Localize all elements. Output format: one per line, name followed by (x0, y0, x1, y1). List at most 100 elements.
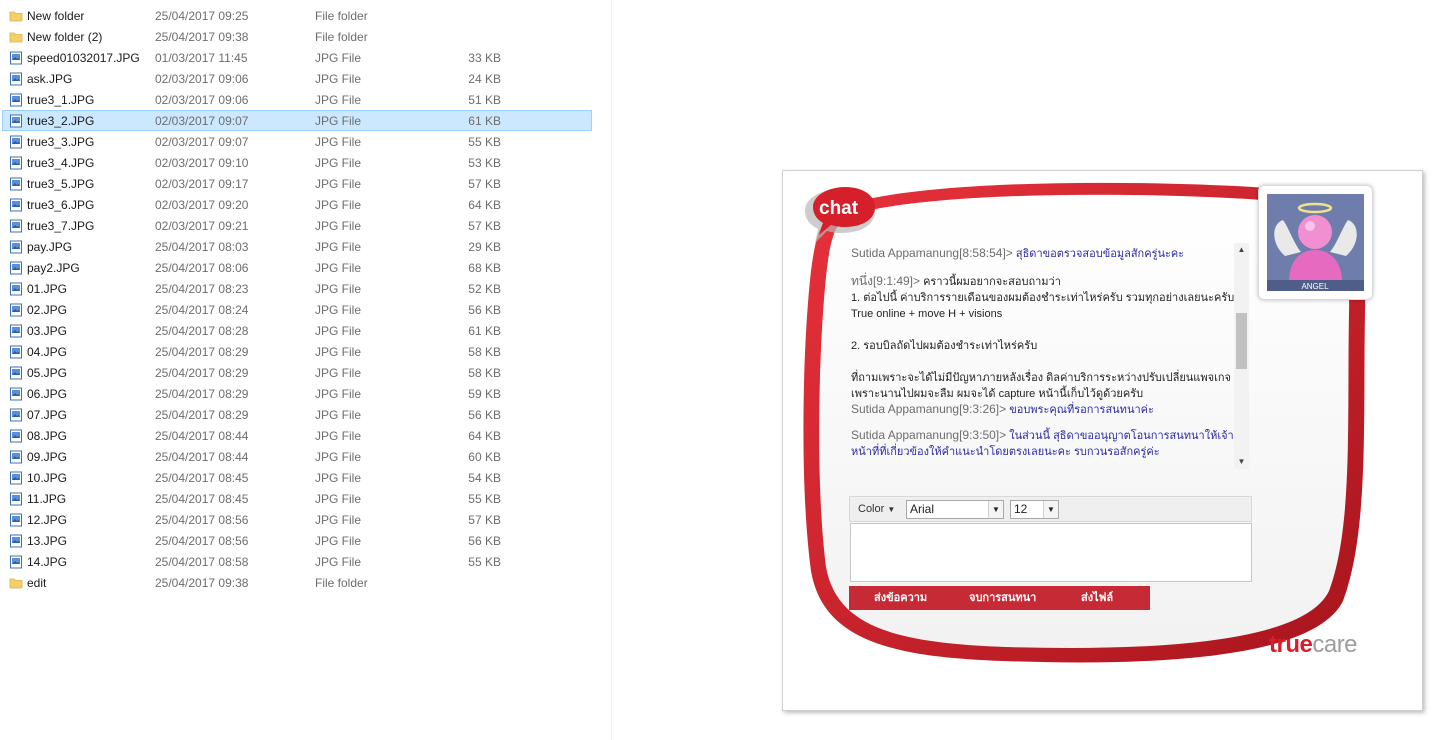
file-row[interactable]: 06.JPG 25/04/2017 08:29 JPG File 59 KB (2, 383, 592, 404)
file-row[interactable]: New folder (2) 25/04/2017 09:38 File folde… (2, 26, 592, 47)
font-size-select[interactable]: 12 ▼ (1010, 500, 1059, 519)
file-row[interactable]: true3_1.JPG 02/03/2017 09:06 JPG File 51 KB (2, 89, 592, 110)
file-date-modified: 02/03/2017 09:17 (155, 177, 249, 191)
file-row[interactable]: 04.JPG 25/04/2017 08:29 JPG File 58 KB (2, 341, 592, 362)
file-size: 64 KB (468, 198, 501, 212)
file-name: 02.JPG (27, 303, 68, 317)
file-size: 55 KB (468, 555, 501, 569)
chat-transcript[interactable]: Sutida Appamanung[8:58:54]> สุธิดาขอตรวจ… (841, 241, 1245, 469)
file-name: edit (27, 576, 47, 590)
send-file-button[interactable]: ส่งไฟล์ (1081, 590, 1113, 606)
file-type: JPG File (315, 471, 362, 485)
file-name: pay2.JPG (27, 261, 80, 275)
message-text: คราวนี้ผมอยากจะสอบถามว่า 1. ต่อไปนี้ ค่า… (851, 276, 1235, 400)
color-picker-button[interactable]: Color ▼ (858, 503, 895, 515)
file-date-modified: 02/03/2017 09:06 (155, 93, 249, 107)
file-row[interactable]: 10.JPG 25/04/2017 08:45 JPG File 54 KB (2, 467, 592, 488)
image-file-icon (9, 51, 23, 65)
file-row[interactable]: 05.JPG 25/04/2017 08:29 JPG File 58 KB (2, 362, 592, 383)
file-row[interactable]: 07.JPG 25/04/2017 08:29 JPG File 56 KB (2, 404, 592, 425)
scroll-down-arrow-icon[interactable]: ▼ (1234, 455, 1249, 469)
chevron-down-icon[interactable]: ▼ (1043, 501, 1058, 518)
angel-avatar-icon: ANGEL (1267, 194, 1364, 291)
send-message-button[interactable]: ส่งข้อความ (874, 590, 927, 606)
file-row[interactable]: 14.JPG 25/04/2017 08:58 JPG File 55 KB (2, 551, 592, 572)
file-row[interactable]: 01.JPG 25/04/2017 08:23 JPG File 52 KB (2, 278, 592, 299)
chevron-down-icon[interactable]: ▼ (988, 501, 1003, 518)
file-name: 10.JPG (27, 471, 68, 485)
scroll-up-arrow-icon[interactable]: ▲ (1234, 243, 1249, 257)
end-chat-button[interactable]: จบการสนทนา (969, 590, 1036, 606)
file-row[interactable]: true3_5.JPG 02/03/2017 09:17 JPG File 57 KB (2, 173, 592, 194)
file-type: JPG File (315, 240, 362, 254)
image-file-icon (9, 471, 23, 485)
file-row[interactable]: ask.JPG 02/03/2017 09:06 JPG File 24 KB (2, 68, 592, 89)
file-size: 55 KB (468, 492, 501, 506)
file-name: 11.JPG (27, 492, 67, 506)
file-row[interactable]: pay.JPG 25/04/2017 08:03 JPG File 29 KB (2, 236, 592, 257)
truecare-logo: truecare (1269, 631, 1358, 659)
image-file-icon (9, 408, 23, 422)
file-date-modified: 25/04/2017 08:24 (155, 303, 249, 317)
file-name: true3_7.JPG (27, 219, 95, 233)
file-type: File folder (315, 30, 368, 44)
file-row[interactable]: 08.JPG 25/04/2017 08:44 JPG File 64 KB (2, 425, 592, 446)
file-name: 12.JPG (27, 513, 68, 527)
file-name: 07.JPG (27, 408, 68, 422)
file-row[interactable]: 12.JPG 25/04/2017 08:56 JPG File 57 KB (2, 509, 592, 530)
image-file-icon (9, 534, 23, 548)
file-row[interactable]: 13.JPG 25/04/2017 08:56 JPG File 56 KB (2, 530, 592, 551)
file-row[interactable]: 02.JPG 25/04/2017 08:24 JPG File 56 KB (2, 299, 592, 320)
file-name: pay.JPG (27, 240, 73, 254)
file-row[interactable]: pay2.JPG 25/04/2017 08:06 JPG File 68 KB (2, 257, 592, 278)
file-type: JPG File (315, 429, 362, 443)
font-family-select[interactable]: Arial ▼ (906, 500, 1004, 519)
file-row[interactable]: true3_7.JPG 02/03/2017 09:21 JPG File 57 KB (2, 215, 592, 236)
file-date-modified: 25/04/2017 08:06 (155, 261, 249, 275)
image-file-icon (9, 114, 23, 128)
file-name: true3_4.JPG (27, 156, 95, 170)
file-type: JPG File (315, 72, 362, 86)
file-row[interactable]: true3_4.JPG 02/03/2017 09:10 JPG File 53 KB (2, 152, 592, 173)
image-file-icon (9, 240, 23, 254)
file-row[interactable]: true3_3.JPG 02/03/2017 09:07 JPG File 55 KB (2, 131, 592, 152)
file-name: New folder (2) (27, 30, 103, 44)
file-row[interactable]: speed01032017.JPG 01/03/2017 11:45 JPG Fil… (2, 47, 592, 68)
file-type: JPG File (315, 345, 362, 359)
format-toolbar: Color ▼ Arial ▼ 12 ▼ (849, 496, 1252, 522)
scroll-thumb[interactable] (1236, 313, 1247, 369)
file-size: 57 KB (468, 513, 501, 527)
file-type: JPG File (315, 366, 362, 380)
file-size: 68 KB (468, 261, 501, 275)
chat-scrollbar[interactable]: ▲ ▼ (1234, 243, 1249, 469)
truecare-chat-window: chat Sutida Appamanung[8:58:54]> สุธิดาข… (782, 170, 1423, 711)
image-file-icon (9, 513, 23, 527)
file-row[interactable]: New folder 25/04/2017 09:25 File folder (2, 5, 592, 26)
file-row[interactable]: true3_6.JPG 02/03/2017 09:20 JPG File 64 KB (2, 194, 592, 215)
file-date-modified: 02/03/2017 09:07 (155, 135, 249, 149)
file-date-modified: 25/04/2017 08:29 (155, 387, 249, 401)
file-type: JPG File (315, 261, 362, 275)
file-date-modified: 25/04/2017 09:38 (155, 576, 249, 590)
file-size: 58 KB (468, 345, 501, 359)
file-name: 09.JPG (27, 450, 68, 464)
file-name: ask.JPG (27, 72, 73, 86)
file-row[interactable]: 03.JPG 25/04/2017 08:28 JPG File 61 KB (2, 320, 592, 341)
file-type: JPG File (315, 198, 362, 212)
file-row[interactable]: 09.JPG 25/04/2017 08:44 JPG File 60 KB (2, 446, 592, 467)
file-type: JPG File (315, 114, 362, 128)
file-type: JPG File (315, 282, 362, 296)
file-row[interactable]: edit 25/04/2017 09:38 File folder (2, 572, 592, 593)
file-row[interactable]: 11.JPG 25/04/2017 08:45 JPG File 55 KB (2, 488, 592, 509)
image-file-icon (9, 429, 23, 443)
chat-action-bar: ส่งข้อความ จบการสนทนา ส่งไฟล์ (849, 586, 1150, 610)
file-size: 56 KB (468, 303, 501, 317)
message-text: ขอบพระคุณที่รอการสนทนาค่ะ (1009, 404, 1154, 416)
image-file-icon (9, 261, 23, 275)
file-name: 04.JPG (27, 345, 68, 359)
message-input[interactable] (850, 523, 1252, 582)
file-name: true3_5.JPG (27, 177, 95, 191)
message-sender: ทนึ่ง[9:1:49]> (851, 274, 921, 288)
file-row[interactable]: true3_2.JPG 02/03/2017 09:07 JPG File 61 KB (2, 110, 592, 131)
dropdown-caret-icon: ▼ (887, 505, 896, 514)
